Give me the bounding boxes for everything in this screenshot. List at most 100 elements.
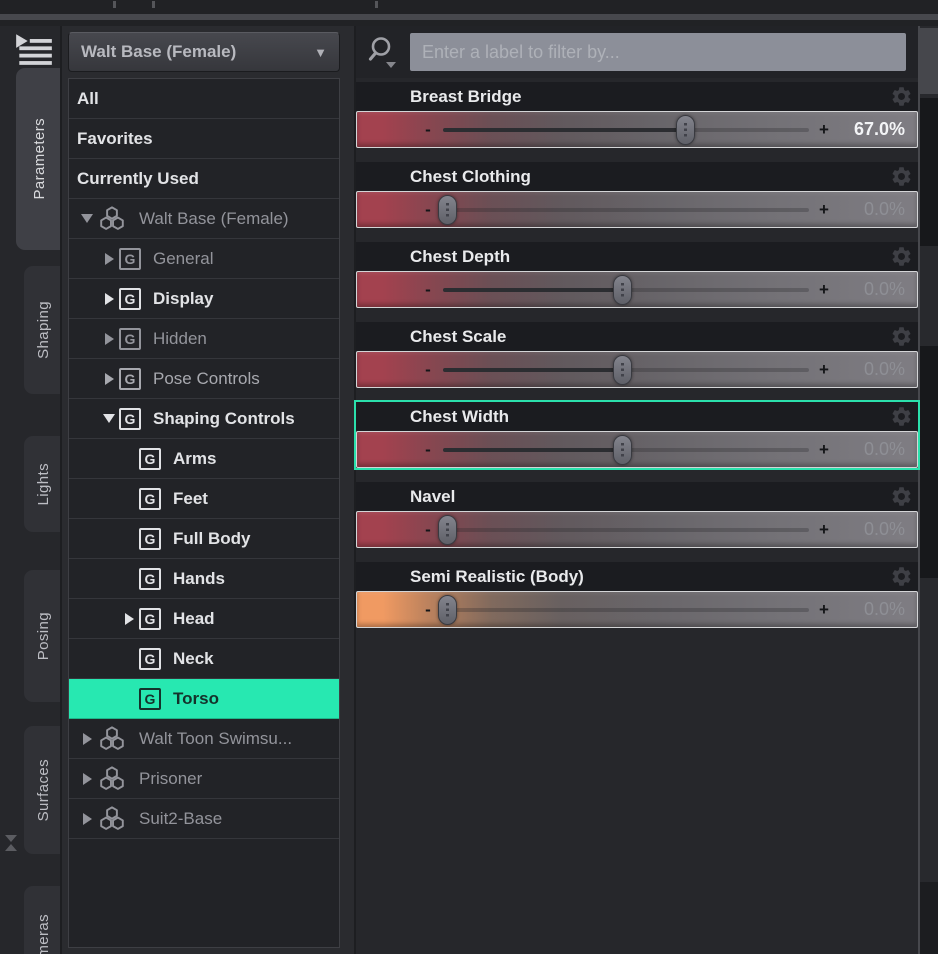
slider-track[interactable] <box>443 352 809 387</box>
slider-track[interactable] <box>443 272 809 307</box>
tree-item-walt-toon-swimsu[interactable]: Walt Toon Swimsu... <box>69 719 339 759</box>
gear-icon[interactable] <box>890 165 914 189</box>
slider-thumb[interactable] <box>613 434 633 465</box>
tree-item-general[interactable]: G General <box>69 239 339 279</box>
tree-item-hands[interactable]: G Hands <box>69 559 339 599</box>
increment-button[interactable]: + <box>815 520 833 540</box>
expand-arrow-icon[interactable] <box>99 253 119 265</box>
slider-thumb[interactable] <box>613 274 633 305</box>
tree-item-neck[interactable]: G Neck <box>69 639 339 679</box>
decrement-button[interactable]: - <box>419 440 437 460</box>
parameter-slider[interactable]: - + 0.0% <box>356 191 918 228</box>
parameter-value[interactable]: 0.0% <box>833 359 917 380</box>
decrement-button[interactable]: - <box>419 360 437 380</box>
group-icon: G <box>139 567 161 590</box>
tree-item-full-body[interactable]: G Full Body <box>69 519 339 559</box>
tab-parameters[interactable]: Parameters <box>16 68 60 250</box>
parameter-value[interactable]: 0.0% <box>833 439 917 460</box>
increment-button[interactable]: + <box>815 440 833 460</box>
slider-track[interactable] <box>443 432 809 467</box>
slider-thumb[interactable] <box>437 194 457 225</box>
tab-rail: Parameters Shaping Lights Posing Surface… <box>0 26 62 954</box>
slider-track[interactable] <box>437 512 809 547</box>
slider-thumb[interactable] <box>437 514 457 545</box>
slider-thumb[interactable] <box>437 594 457 625</box>
increment-button[interactable]: + <box>815 360 833 380</box>
tree-item-prisoner[interactable]: Prisoner <box>69 759 339 799</box>
slider-track[interactable] <box>437 192 809 227</box>
decrement-button[interactable]: - <box>419 600 437 620</box>
gear-icon[interactable] <box>890 325 914 349</box>
expand-arrow-icon[interactable] <box>119 613 139 625</box>
parameter-value[interactable]: 67.0% <box>833 119 917 140</box>
parameter-slider[interactable]: - + 0.0% <box>356 511 918 548</box>
parameter-slider[interactable]: - + 0.0% <box>356 351 918 388</box>
gear-icon[interactable] <box>890 245 914 269</box>
group-icon: G <box>119 407 141 430</box>
tree-item-arms[interactable]: G Arms <box>69 439 339 479</box>
expand-arrow-icon[interactable] <box>77 733 97 745</box>
thumb-grip <box>621 442 625 457</box>
tree-item-currently-used[interactable]: Currently Used <box>69 159 339 199</box>
parameter-label: Navel <box>410 486 456 506</box>
decrement-button[interactable]: - <box>419 280 437 300</box>
top-tick <box>375 1 378 8</box>
expand-arrow-icon[interactable] <box>99 293 119 305</box>
parameter-slider[interactable]: - + 0.0% <box>356 591 918 628</box>
expand-arrow-icon[interactable] <box>77 214 97 223</box>
gear-icon[interactable] <box>890 565 914 589</box>
tree-item-label: Feet <box>173 488 208 508</box>
increment-button[interactable]: + <box>815 280 833 300</box>
expand-arrow-icon[interactable] <box>99 373 119 385</box>
search-filter-menu-button[interactable] <box>360 30 410 74</box>
gear-icon[interactable] <box>890 405 914 429</box>
slider-thumb[interactable] <box>613 354 633 385</box>
tree-item-suit2-base[interactable]: Suit2-Base <box>69 799 339 839</box>
tab-scroll-indicator[interactable] <box>3 834 19 852</box>
decrement-button[interactable]: - <box>419 520 437 540</box>
tree-item-all[interactable]: All <box>69 79 339 119</box>
filter-input[interactable] <box>410 33 906 71</box>
increment-button[interactable]: + <box>815 600 833 620</box>
tree-item-walt-base-female[interactable]: Walt Base (Female) <box>69 199 339 239</box>
parameter-slider[interactable]: - + 0.0% <box>356 431 918 468</box>
decrement-button[interactable]: - <box>419 120 437 140</box>
expand-arrow-icon[interactable] <box>99 333 119 345</box>
adjacent-panel-fragment <box>920 28 938 94</box>
parameter-value[interactable]: 0.0% <box>833 519 917 540</box>
gear-icon[interactable] <box>890 85 914 109</box>
parameter-value[interactable]: 0.0% <box>833 599 917 620</box>
parameter-value[interactable]: 0.0% <box>833 199 917 220</box>
tree-item-head[interactable]: G Head <box>69 599 339 639</box>
parameters-panel: Breast Bridge - + 67.0% Chest Clothing <box>354 26 920 954</box>
parameter-slider[interactable]: - + 0.0% <box>356 271 918 308</box>
tab-shaping[interactable]: Shaping <box>24 266 60 394</box>
parameter-slider[interactable]: - + 67.0% <box>356 111 918 148</box>
figure-icon <box>100 806 124 830</box>
slider-track[interactable] <box>437 592 809 627</box>
tree-item-feet[interactable]: G Feet <box>69 479 339 519</box>
expand-arrow-icon[interactable] <box>99 414 119 423</box>
tree-item-favorites[interactable]: Favorites <box>69 119 339 159</box>
expand-arrow-icon[interactable] <box>77 813 97 825</box>
tab-surfaces[interactable]: Surfaces <box>24 726 60 854</box>
slider-track[interactable] <box>443 112 809 147</box>
tree-item-hidden[interactable]: G Hidden <box>69 319 339 359</box>
tab-cameras[interactable]: Cameras <box>24 886 60 954</box>
group-icon: G <box>119 367 141 390</box>
tree-item-pose-controls[interactable]: G Pose Controls <box>69 359 339 399</box>
slider-thumb[interactable] <box>675 114 695 145</box>
figure-scope-dropdown[interactable]: Walt Base (Female) ▼ <box>68 32 340 72</box>
increment-button[interactable]: + <box>815 200 833 220</box>
tree-item-torso[interactable]: G Torso <box>69 679 339 719</box>
gear-icon[interactable] <box>890 485 914 509</box>
tree-item-display[interactable]: G Display <box>69 279 339 319</box>
decrement-button[interactable]: - <box>419 200 437 220</box>
filter-row <box>356 26 918 78</box>
increment-button[interactable]: + <box>815 120 833 140</box>
tab-lights[interactable]: Lights <box>24 436 60 532</box>
expand-arrow-icon[interactable] <box>77 773 97 785</box>
tree-item-shaping-controls[interactable]: G Shaping Controls <box>69 399 339 439</box>
tab-posing[interactable]: Posing <box>24 570 60 702</box>
parameter-value[interactable]: 0.0% <box>833 279 917 300</box>
